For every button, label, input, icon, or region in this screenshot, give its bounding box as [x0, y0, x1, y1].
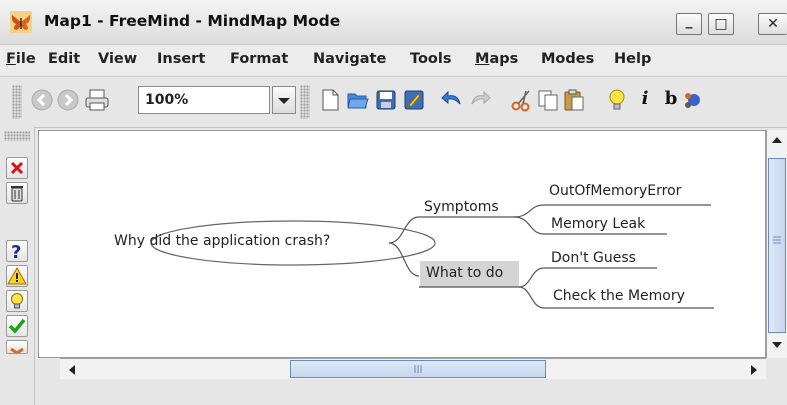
- window-title: Map1 - FreeMind - MindMap Mode: [44, 12, 341, 30]
- menu-file[interactable]: File: [6, 51, 36, 67]
- horizontal-scrollbar[interactable]: [60, 358, 766, 379]
- paste-icon[interactable]: [562, 88, 586, 112]
- icon-panel: ?: [0, 127, 35, 405]
- edge-dontguess: [518, 267, 657, 288]
- toolbar-grip[interactable]: [12, 85, 22, 119]
- cut-icon[interactable]: [510, 88, 534, 112]
- title-bar: Map1 - FreeMind - MindMap Mode _ □ ✕: [0, 0, 787, 45]
- minimize-button[interactable]: _: [676, 13, 702, 35]
- node-memory-leak[interactable]: Memory Leak: [551, 216, 645, 232]
- main-toolbar: 100% i b: [0, 76, 787, 128]
- bold-button[interactable]: b: [659, 88, 683, 112]
- trash-icon: [11, 186, 23, 202]
- menu-navigate[interactable]: Navigate: [313, 51, 386, 67]
- grip-lines-icon: [773, 236, 781, 244]
- remove-last-icon: [10, 161, 24, 175]
- zoom-dropdown-button[interactable]: [272, 86, 296, 114]
- question-icon-button[interactable]: ?: [6, 240, 28, 263]
- menu-help[interactable]: Help: [614, 51, 651, 67]
- warning-icon: [7, 266, 27, 285]
- vertical-scrollbar[interactable]: [766, 130, 787, 358]
- menu-edit[interactable]: Edit: [48, 51, 80, 67]
- grip-lines-icon: [414, 365, 422, 373]
- node-check-the-memory[interactable]: Check the Memory: [553, 288, 685, 304]
- save-icon[interactable]: [374, 88, 398, 112]
- branch-what-to-do[interactable]: What to do: [426, 265, 503, 281]
- maximize-icon: □: [714, 16, 728, 32]
- question-icon: ?: [11, 242, 21, 263]
- open-icon[interactable]: [346, 88, 370, 112]
- menu-modes[interactable]: Modes: [541, 51, 594, 67]
- italic-button[interactable]: i: [633, 88, 657, 112]
- menu-view[interactable]: View: [98, 51, 137, 67]
- redo-icon[interactable]: [468, 88, 492, 112]
- scroll-down-icon[interactable]: [770, 339, 784, 351]
- toolbar-grip-2[interactable]: [300, 85, 310, 119]
- lightbulb-icon: [11, 293, 23, 309]
- chevron-down-icon: [278, 98, 290, 104]
- idea-icon[interactable]: [605, 88, 629, 112]
- idea-icon-button[interactable]: [6, 290, 28, 312]
- menu-bar: File Edit View Insert Format Navigate To…: [0, 45, 787, 75]
- vertical-scroll-thumb[interactable]: [768, 158, 786, 333]
- scroll-left-icon[interactable]: [66, 363, 78, 377]
- checkmark-icon-button[interactable]: [6, 315, 28, 337]
- root-node[interactable]: Why did the application crash?: [114, 233, 330, 249]
- undo-icon[interactable]: [440, 88, 464, 112]
- print-icon[interactable]: [84, 88, 110, 112]
- menu-maps[interactable]: Maps: [475, 51, 518, 67]
- zoom-select[interactable]: 100%: [138, 86, 270, 114]
- cloud-icon[interactable]: [684, 88, 702, 112]
- cross-icon-button[interactable]: [6, 340, 28, 354]
- branch-symptoms[interactable]: Symptoms: [424, 199, 499, 215]
- remove-all-icons-button[interactable]: [6, 182, 28, 204]
- warning-icon-button[interactable]: [6, 265, 28, 287]
- new-map-icon[interactable]: [318, 88, 342, 112]
- edit-icon[interactable]: [402, 88, 426, 112]
- svg-text:?: ?: [11, 242, 21, 261]
- icon-panel-grip[interactable]: [4, 131, 30, 141]
- remove-last-icon-button[interactable]: [6, 157, 28, 179]
- scroll-right-icon[interactable]: [748, 363, 760, 377]
- minimize-icon: _: [685, 13, 693, 29]
- status-bar: [38, 380, 787, 405]
- freemind-butterfly-icon: [10, 11, 32, 33]
- scroll-up-icon[interactable]: [770, 134, 784, 146]
- horizontal-scroll-thumb[interactable]: [290, 360, 546, 378]
- node-dont-guess[interactable]: Don't Guess: [551, 250, 636, 266]
- maximize-button[interactable]: □: [708, 13, 734, 35]
- close-icon: ✕: [767, 16, 779, 32]
- menu-insert[interactable]: Insert: [157, 51, 205, 67]
- node-out-of-memory-error[interactable]: OutOfMemoryError: [549, 183, 681, 199]
- forward-icon[interactable]: [56, 88, 80, 112]
- copy-icon[interactable]: [536, 88, 560, 112]
- back-icon[interactable]: [30, 88, 54, 112]
- menu-tools[interactable]: Tools: [410, 51, 452, 67]
- mindmap-canvas[interactable]: Why did the application crash? Symptoms …: [38, 130, 766, 358]
- menu-format[interactable]: Format: [230, 51, 288, 67]
- close-button[interactable]: ✕: [758, 13, 787, 35]
- checkmark-icon: [8, 318, 26, 334]
- cross-icon: [10, 347, 24, 353]
